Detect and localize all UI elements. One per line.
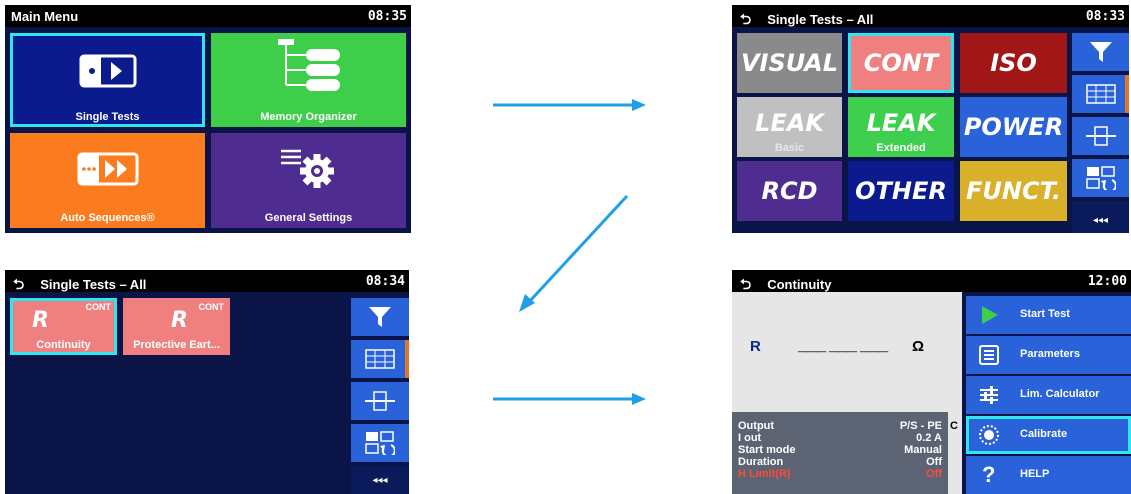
test-group-visual[interactable]: VISUAL xyxy=(737,33,842,93)
single-view-button[interactable] xyxy=(351,382,409,420)
filter-button[interactable] xyxy=(1072,33,1129,71)
scroll-indicator xyxy=(1125,75,1129,113)
result-value: ___ ___ ___ xyxy=(798,334,888,354)
recent-tests-button[interactable] xyxy=(1072,159,1129,197)
test-label: Continuity xyxy=(36,339,91,351)
single-view-button[interactable] xyxy=(1072,117,1129,155)
test-tile-protective-earth[interactable]: CONT R Protective Eart... xyxy=(123,298,230,355)
recent-tests-button[interactable] xyxy=(351,424,409,462)
general-settings-tile[interactable]: General Settings xyxy=(211,133,406,228)
param-hlimit-value: Off xyxy=(926,468,942,480)
filter-icon xyxy=(1089,42,1112,62)
test-group-rcd[interactable]: RCD xyxy=(737,161,842,221)
list-icon xyxy=(979,345,999,365)
single-tests-icon xyxy=(79,54,137,88)
grid-view-icon xyxy=(1085,84,1116,104)
single-tests-tile[interactable]: Single Tests xyxy=(10,33,205,127)
screen-title: Single Tests – All xyxy=(40,277,147,292)
more-button[interactable]: ◂◂◂ xyxy=(351,466,409,494)
scroll-indicator xyxy=(405,340,409,378)
test-tile-continuity[interactable]: CONT R Continuity xyxy=(10,298,117,355)
c-indicator: C xyxy=(948,412,962,494)
continuity-screen: ⮌ Continuity 12:00 R ___ ___ ___ Ω Output… xyxy=(732,270,1131,494)
more-icon: ◂◂◂ xyxy=(1092,214,1109,226)
test-letter: R xyxy=(171,308,188,333)
screen-title: Continuity xyxy=(767,277,832,292)
arrow-right-bottom xyxy=(493,393,646,405)
test-group-power[interactable]: POWER xyxy=(960,97,1067,157)
side-toolbar: ◂◂◂ xyxy=(351,298,409,494)
tile-sublabel: Extended xyxy=(876,142,926,154)
calibrate-button[interactable]: Calibrate xyxy=(966,416,1131,454)
grid-view-button[interactable] xyxy=(351,340,409,378)
clock: 08:34 xyxy=(365,274,405,289)
test-group-leak-basic[interactable]: LEAK Basic xyxy=(737,97,842,157)
side-toolbar: ◂◂◂ xyxy=(1072,33,1129,233)
status-bar: Main Menu 08:35 xyxy=(5,5,411,27)
status-bar: ⮌ Single Tests – All 08:34 xyxy=(5,270,409,292)
single-tests-all-screen: ⮌ Single Tests – All 08:33 VISUAL CONT IS… xyxy=(732,5,1129,233)
calibrate-icon xyxy=(979,425,999,445)
more-icon: ◂◂◂ xyxy=(372,474,388,486)
auto-sequences-icon xyxy=(77,152,139,186)
arrow-right-top xyxy=(493,99,646,111)
single-tests-list-screen: ⮌ Single Tests – All 08:34 CONT R Continu… xyxy=(5,270,409,494)
param-hlimit-name: H Limit(R) xyxy=(738,468,791,480)
status-bar: ⮌ Continuity 12:00 xyxy=(732,270,1131,292)
back-icon[interactable]: ⮌ xyxy=(13,274,24,298)
back-icon[interactable]: ⮌ xyxy=(740,9,751,33)
clock: 08:33 xyxy=(1085,9,1125,24)
test-group-iso[interactable]: ISO xyxy=(960,33,1067,93)
test-group-leak-extended[interactable]: LEAK Extended xyxy=(848,97,954,157)
play-icon xyxy=(982,306,998,324)
tile-label: General Settings xyxy=(264,212,353,224)
test-tag: CONT xyxy=(198,302,225,312)
help-button[interactable]: ? HELP xyxy=(966,456,1131,494)
result-label: R xyxy=(750,338,761,355)
test-group-cont[interactable]: CONT xyxy=(848,33,954,93)
recent-tests-icon xyxy=(1085,166,1116,190)
parameter-panel: Output P/S - PE I out 0.2 A Start mode M… xyxy=(732,412,948,494)
filter-icon xyxy=(369,307,391,327)
test-letter: R xyxy=(32,308,49,333)
grid-view-button[interactable] xyxy=(1072,75,1129,113)
main-menu-screen: Main Menu 08:35 Single Tests Memory Orga… xyxy=(5,5,411,233)
memory-organizer-tile[interactable]: Memory Organizer xyxy=(211,33,406,127)
recent-tests-icon xyxy=(365,431,395,455)
tile-label: Auto Sequences® xyxy=(60,212,155,224)
test-group-funct[interactable]: FUNCT. xyxy=(960,161,1067,221)
result-unit: Ω xyxy=(912,338,925,355)
tile-sublabel: Basic xyxy=(774,142,805,154)
tile-label: Memory Organizer xyxy=(260,111,357,123)
screen-title: Single Tests – All xyxy=(767,12,874,27)
filter-button[interactable] xyxy=(351,298,409,336)
limit-calculator-button[interactable]: Lim. Calculator xyxy=(966,376,1131,414)
test-tag: CONT xyxy=(85,302,112,312)
grid-view-icon xyxy=(365,349,395,369)
parameters-button[interactable]: Parameters xyxy=(966,336,1131,374)
memory-organizer-icon xyxy=(278,39,340,91)
clock: 08:35 xyxy=(367,9,407,24)
single-view-icon xyxy=(365,391,395,411)
tile-label: Single Tests xyxy=(75,111,140,123)
options-menu: Start Test Parameters Lim. Calculator Ca… xyxy=(966,296,1131,494)
gear-icon xyxy=(281,149,334,188)
auto-sequences-tile[interactable]: Auto Sequences® xyxy=(10,133,205,228)
test-group-other[interactable]: OTHER xyxy=(848,161,954,221)
single-view-icon xyxy=(1085,126,1116,146)
screen-title: Main Menu xyxy=(11,9,79,24)
test-label: Protective Eart... xyxy=(133,339,220,351)
more-button[interactable]: ◂◂◂ xyxy=(1072,201,1129,233)
sliders-icon xyxy=(980,386,998,404)
start-test-button[interactable]: Start Test xyxy=(966,296,1131,334)
clock: 12:00 xyxy=(1087,274,1127,289)
status-bar: ⮌ Single Tests – All 08:33 xyxy=(732,5,1129,27)
arrow-diagonal xyxy=(519,194,629,312)
help-icon: ? xyxy=(982,462,996,487)
result-panel: R ___ ___ ___ Ω xyxy=(732,292,962,412)
